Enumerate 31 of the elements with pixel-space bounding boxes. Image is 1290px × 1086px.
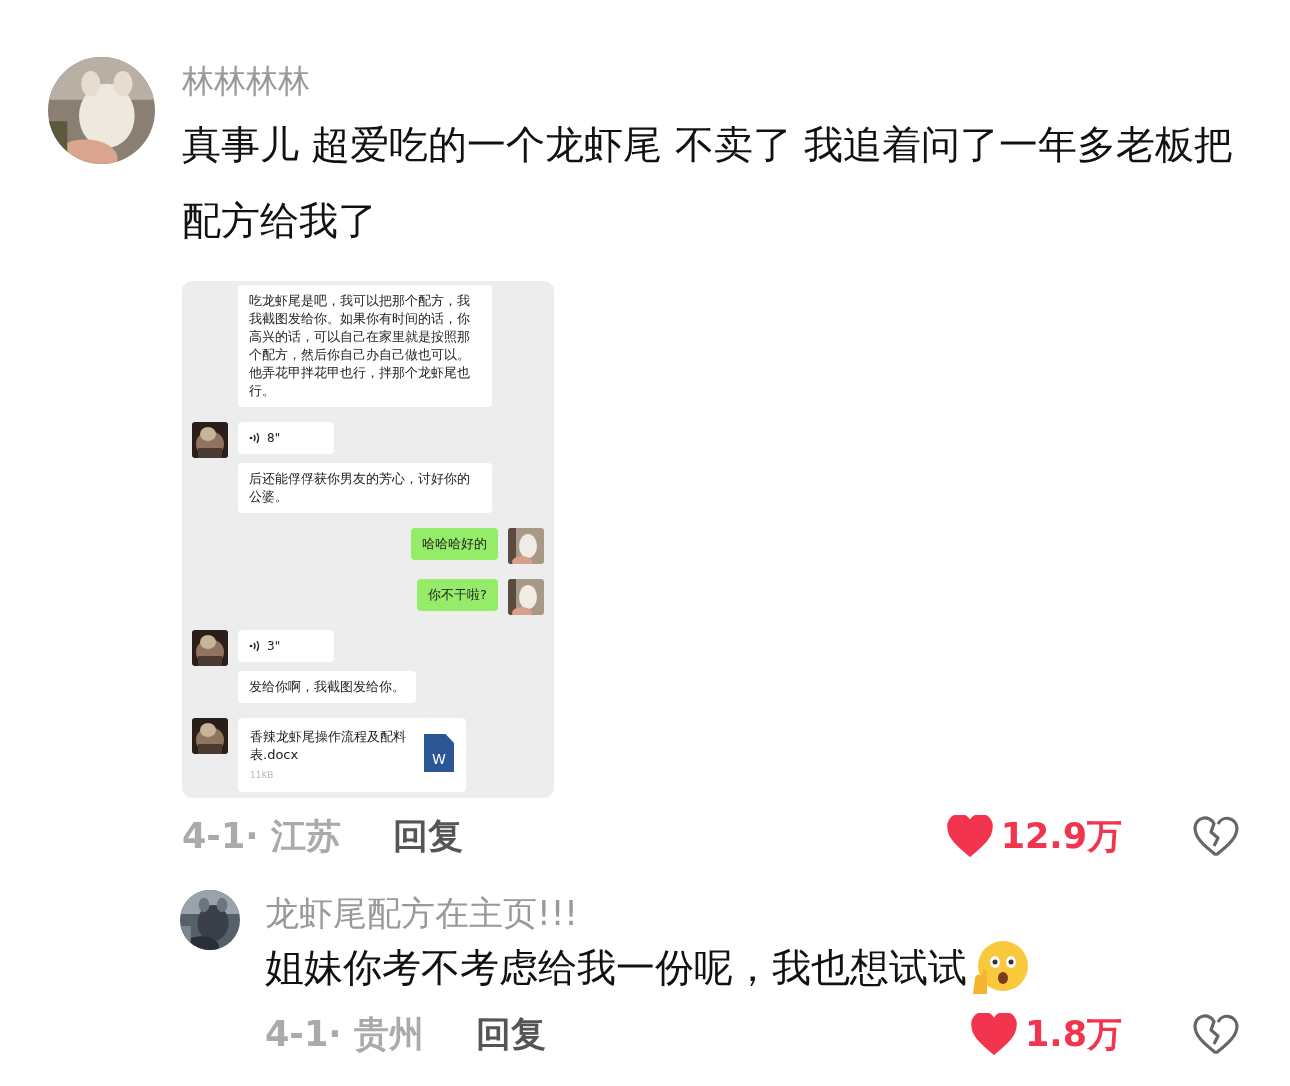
heart-icon <box>971 1013 1017 1055</box>
voice-duration: 8" <box>267 430 281 447</box>
voice-message[interactable]: 8" <box>238 422 334 454</box>
reply-button[interactable]: 回复 <box>475 1010 546 1058</box>
like-button[interactable]: 1.8万 <box>971 1010 1122 1058</box>
broken-heart-icon <box>1192 813 1240 859</box>
message-bubble: 发给你啊，我截图发给你。 <box>238 671 416 703</box>
voice-message[interactable]: 3" <box>238 630 334 662</box>
date-location: 4-1· 贵州 <box>265 1012 424 1056</box>
file-message[interactable]: 香辣龙虾尾操作流程及配料表.docx 11KB W <box>238 718 466 792</box>
reply-button[interactable]: 回复 <box>392 812 463 860</box>
heart-icon <box>946 815 993 857</box>
broken-heart-icon <box>1192 1011 1240 1057</box>
comment-text: 姐妹你考不考虑给我一份呢，我也想试试 <box>265 944 967 992</box>
dislike-button[interactable] <box>1192 1011 1240 1057</box>
voice-icon <box>249 432 261 444</box>
username: 龙虾尾配方在主页!!! <box>265 896 579 930</box>
dislike-button[interactable] <box>1192 813 1240 859</box>
message-bubble: 后还能俘俘获你男友的芳心，讨好你的公婆。 <box>238 463 492 513</box>
date-location: 4-1· 江苏 <box>182 814 341 858</box>
comment-text: 真事儿 超爱吃的一个龙虾尾 不卖了 我追着问了一年多老板把配方给我了 <box>182 121 1235 245</box>
voice-icon <box>249 640 261 652</box>
message-bubble: 你不干啦? <box>417 579 498 611</box>
message-bubble: 哈哈哈好的 <box>411 528 498 560</box>
username: 林林林林 <box>182 65 311 97</box>
document-icon: W <box>424 734 454 772</box>
voice-duration: 3" <box>267 638 281 655</box>
file-size: 11KB <box>250 769 275 782</box>
file-name: 香辣龙虾尾操作流程及配料表.docx <box>250 728 407 764</box>
like-button[interactable]: 12.9万 <box>946 812 1122 860</box>
message-bubble: 吃龙虾尾是吧，我可以把那个配方，我我截图发给你。如果你有时间的话，你高兴的话，可以自己在家里就是按照那个配方，然后你自己办自己做也可以。他弄花甲拌花甲也行，拌那个龙虾尾也行。 <box>238 285 492 407</box>
